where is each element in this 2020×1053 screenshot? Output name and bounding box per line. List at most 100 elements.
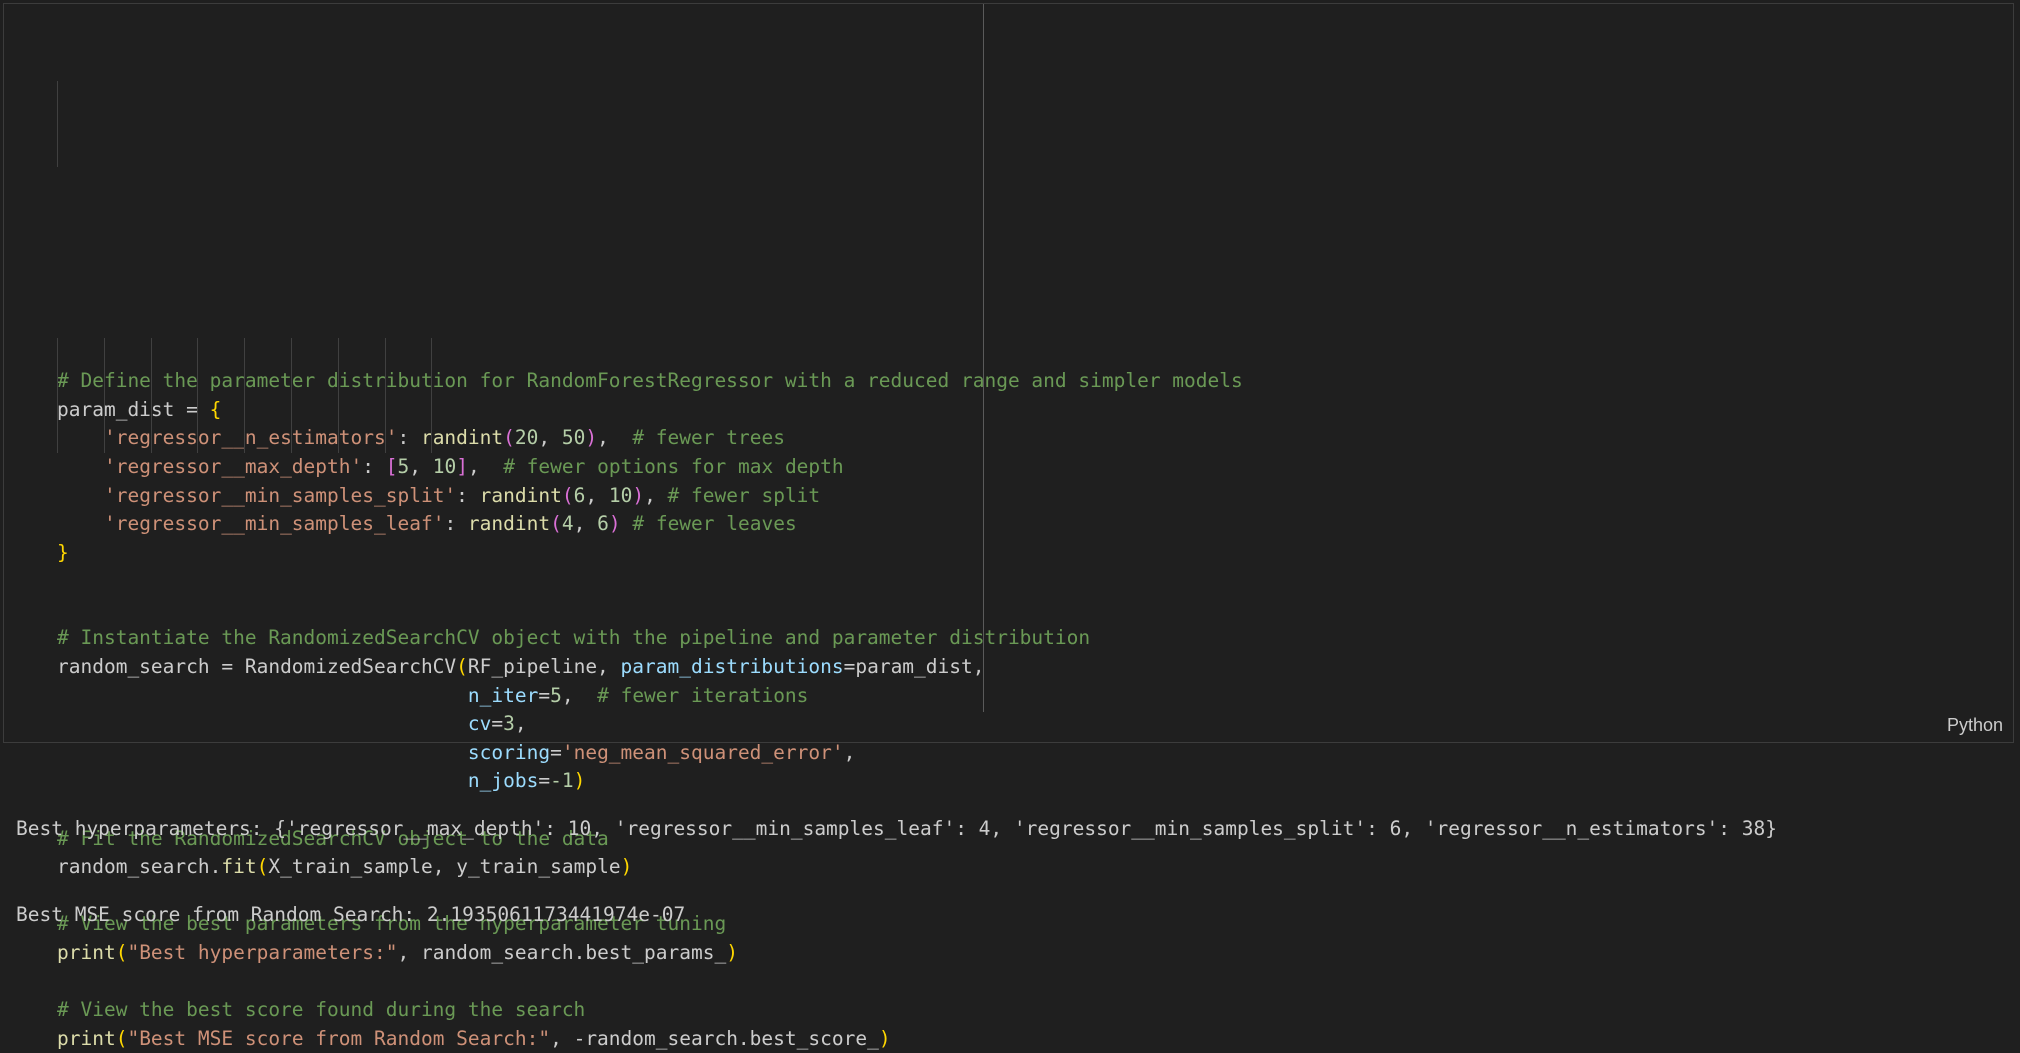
code-token: 20 <box>514 426 539 450</box>
code-token: n_iter <box>467 683 539 707</box>
code-token: ( <box>550 512 562 536</box>
code-token: randint <box>479 483 562 507</box>
code-token: print <box>57 1026 116 1050</box>
code-line: random_search = RandomizedSearchCV(RF_pi… <box>57 653 1243 682</box>
code-token: , <box>467 454 504 478</box>
code-line: 'regressor__max_depth': [5, 10], # fewer… <box>57 453 1243 482</box>
code-line: 'regressor__min_samples_split': randint(… <box>57 482 1243 511</box>
code-token: ( <box>456 655 468 679</box>
code-token: ( <box>561 483 574 507</box>
code-token: cv <box>467 712 492 736</box>
indent-guide <box>431 338 433 453</box>
code-token: } <box>57 540 69 564</box>
code-token: =param_dist, <box>843 655 985 679</box>
code-token: ] <box>456 454 468 478</box>
code-token: , <box>573 512 598 536</box>
code-token: ) <box>608 512 621 536</box>
code-line: param_dist = { <box>57 396 1243 425</box>
code-token: = <box>538 683 551 707</box>
code-token: , <box>585 483 609 507</box>
code-token: : <box>444 512 468 536</box>
code-token: = <box>491 712 504 736</box>
indent-guide <box>103 338 105 453</box>
code-token: random_search = <box>57 655 245 679</box>
code-line: n_iter=5, # fewer iterations <box>57 682 1243 711</box>
code-token: { <box>209 397 222 421</box>
code-token: ) <box>878 1026 891 1050</box>
indent-guide <box>291 338 292 453</box>
code-token: 3 <box>503 712 515 736</box>
code-token: , <box>561 683 598 707</box>
code-token: # fewer split <box>667 483 821 507</box>
code-cell[interactable]: # Define the parameter distribution for … <box>3 3 2014 1050</box>
code-token: param_dist = <box>57 397 210 421</box>
code-token: , <box>597 426 633 450</box>
code-line: # Instantiate the RandomizedSearchCV obj… <box>57 624 1243 653</box>
cell-output: Best hyperparameters: {'regressor__max_d… <box>16 758 1777 958</box>
code-token: # fewer trees <box>632 426 785 450</box>
code-token: # Define the parameter distribution for … <box>57 369 1243 393</box>
code-token: 10 <box>432 454 457 478</box>
code-token: 'regressor__min_samples_leaf' <box>103 512 445 536</box>
indent-guide <box>57 338 58 453</box>
code-token: [ <box>385 454 398 478</box>
indent-guide <box>337 338 339 453</box>
code-token: , -random_search.best_score_ <box>550 1026 879 1050</box>
column-ruler <box>983 4 984 712</box>
code-token: ) <box>632 483 645 507</box>
code-token: ( <box>503 426 515 450</box>
code-token: # fewer options for max depth <box>503 454 844 478</box>
code-token: 'regressor__min_samples_split' <box>103 483 457 507</box>
code-token: : <box>397 426 421 450</box>
code-line: print("Best MSE score from Random Search… <box>57 1025 1243 1053</box>
code-token: : <box>456 483 480 507</box>
code-token: 50 <box>561 426 586 450</box>
code-token: 6 <box>573 483 586 507</box>
cell-language-label[interactable]: Python <box>1947 715 2003 736</box>
code-line: 'regressor__min_samples_leaf': randint(4… <box>57 510 1243 539</box>
code-line: 'regressor__n_estimators': randint(20, 5… <box>57 424 1243 453</box>
code-line: } <box>57 539 1243 568</box>
code-token: , <box>409 454 433 478</box>
code-line: # Define the parameter distribution for … <box>57 367 1243 396</box>
code-token: 'regressor__max_depth' <box>103 454 363 478</box>
output-line: Best MSE score from Random Search: 2.193… <box>16 902 686 926</box>
code-token: 5 <box>397 454 410 478</box>
indent-guide <box>197 338 199 453</box>
code-token: 4 <box>561 512 574 536</box>
code-token: , <box>644 483 668 507</box>
code-token: # fewer leaves <box>632 512 797 536</box>
code-token: randint <box>420 426 504 450</box>
code-token: ) <box>585 426 598 450</box>
code-token: 'regressor__n_estimators' <box>103 426 398 450</box>
indent-guide <box>384 338 386 453</box>
code-token: RandomizedSearchCV <box>244 655 457 679</box>
code-token: , <box>514 712 527 736</box>
indent-guide <box>244 338 246 453</box>
code-token: 6 <box>597 512 609 536</box>
code-line: # View the best score found during the s… <box>57 996 1243 1025</box>
indent-guide <box>150 338 152 453</box>
code-token: 10 <box>608 483 633 507</box>
code-line: cv=3, <box>57 710 1243 739</box>
code-token: : <box>362 454 386 478</box>
code-token: # Instantiate the RandomizedSearchCV obj… <box>57 626 1091 650</box>
code-token: , <box>538 426 562 450</box>
code-token: 5 <box>550 683 562 707</box>
code-token: # View the best score found during the s… <box>57 998 586 1022</box>
output-line: Best hyperparameters: {'regressor__max_d… <box>16 817 1777 841</box>
code-token: "Best MSE score from Random Search:" <box>127 1026 551 1050</box>
code-token: randint <box>467 512 551 536</box>
code-token: ( <box>115 1026 128 1050</box>
code-token: # fewer iterations <box>597 683 809 707</box>
